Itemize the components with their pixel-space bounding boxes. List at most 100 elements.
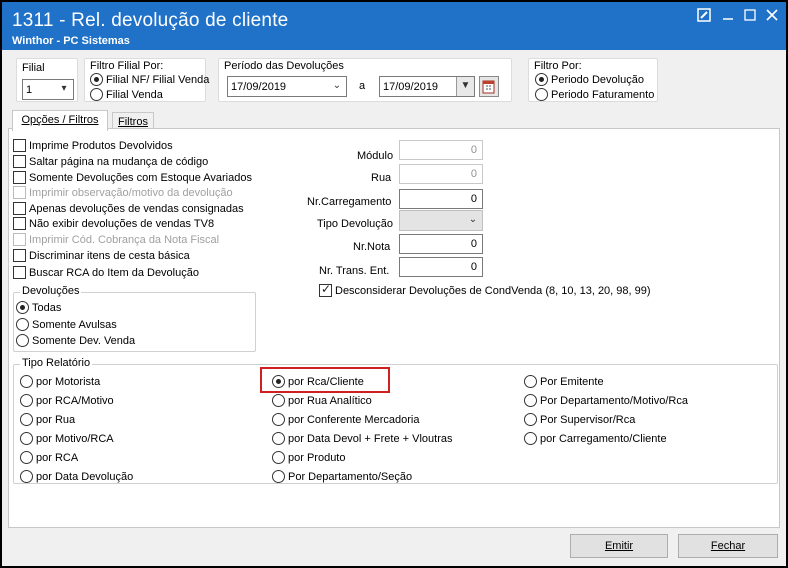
report-option[interactable]: por Rca/Cliente	[272, 375, 364, 388]
report-option[interactable]: Por Supervisor/Rca	[524, 413, 635, 426]
minimize-icon[interactable]	[716, 8, 740, 28]
checkbox-item[interactable]: Saltar página na mudança de código	[13, 155, 208, 168]
radio-icon[interactable]	[20, 394, 33, 407]
report-option[interactable]: por Conferente Mercadoria	[272, 413, 419, 426]
edit-icon[interactable]	[692, 8, 716, 28]
radio-icon[interactable]	[535, 73, 548, 86]
radio-icon[interactable]	[524, 394, 537, 407]
filtro-por-option[interactable]: Periodo Faturamento	[535, 88, 654, 101]
checkbox-item[interactable]: Apenas devoluções de vendas consignadas	[13, 202, 244, 215]
fechar-button[interactable]: Fechar	[678, 534, 778, 558]
radio-icon[interactable]	[524, 413, 537, 426]
checkbox-icon[interactable]	[13, 217, 26, 230]
tipo-devolucao-select[interactable]: ⌄	[399, 210, 483, 231]
filtro-filial-option[interactable]: Filial Venda	[90, 88, 163, 101]
checkbox-icon[interactable]	[13, 202, 26, 215]
maximize-icon[interactable]	[738, 8, 762, 28]
devolucoes-option[interactable]: Somente Avulsas	[16, 318, 117, 331]
modulo-field[interactable]: 0	[399, 140, 483, 160]
filial-value: 1	[26, 84, 33, 96]
periodo-end-date[interactable]: 17/09/2019 ▼	[379, 76, 475, 97]
report-option[interactable]: por Motivo/RCA	[20, 432, 114, 445]
radio-icon[interactable]	[20, 413, 33, 426]
radio-icon[interactable]	[272, 375, 285, 388]
tipo-devolucao-label: Tipo Devolução	[317, 218, 394, 230]
checkbox-icon[interactable]	[13, 249, 26, 262]
radio-icon[interactable]	[272, 451, 285, 464]
devolucoes-option[interactable]: Somente Dev. Venda	[16, 334, 135, 347]
nr-nota-field[interactable]: 0	[399, 234, 483, 254]
radio-icon[interactable]	[20, 432, 33, 445]
periodo-separator: a	[359, 80, 366, 92]
radio-icon[interactable]	[535, 88, 548, 101]
carregamento-field[interactable]: 0	[399, 189, 483, 209]
radio-icon[interactable]	[272, 470, 285, 483]
radio-icon[interactable]	[272, 432, 285, 445]
window-subtitle: Winthor - PC Sistemas	[12, 35, 130, 47]
filtro-por-title: Filtro Por:	[534, 60, 582, 72]
report-option[interactable]: Por Departamento/Seção	[272, 470, 412, 483]
tipo-relatorio-group: Tipo Relatório por Motorista por RCA/Mot…	[13, 357, 778, 484]
chevron-down-icon[interactable]: ⌄	[464, 211, 482, 230]
report-option[interactable]: por Carregamento/Cliente	[524, 432, 667, 445]
close-icon[interactable]	[760, 8, 784, 28]
radio-icon[interactable]	[20, 470, 33, 483]
calendar-icon[interactable]	[479, 76, 499, 97]
filial-label: Filial	[22, 62, 45, 74]
radio-icon[interactable]	[90, 88, 103, 101]
report-option[interactable]: por RCA/Motivo	[20, 394, 114, 407]
checkbox-item[interactable]: Discriminar itens de cesta básica	[13, 249, 190, 262]
report-option[interactable]: por Rua Analítico	[272, 394, 372, 407]
checkbox-icon	[13, 233, 26, 246]
emitir-button[interactable]: Emitir	[570, 534, 668, 558]
report-option[interactable]: por Data Devolução	[20, 470, 133, 483]
checkbox-icon[interactable]	[13, 139, 26, 152]
options-panel: Imprime Produtos Devolvidos Saltar págin…	[8, 128, 780, 528]
report-option[interactable]: por Data Devol + Frete + Vloutras	[272, 432, 452, 445]
tab-opcoes-filtros[interactable]: Opções / Filtros	[12, 110, 108, 131]
report-option[interactable]: por RCA	[20, 451, 78, 464]
periodo-start-date[interactable]: 17/09/2019 ⌄	[227, 76, 347, 97]
checkbox-icon[interactable]	[13, 266, 26, 279]
checkbox-icon[interactable]	[13, 171, 26, 184]
main-window: 1311 - Rel. devolução de cliente Winthor…	[0, 0, 788, 568]
filtro-filial-title: Filtro Filial Por:	[90, 60, 164, 72]
checkbox-icon[interactable]	[13, 155, 26, 168]
report-option[interactable]: por Motorista	[20, 375, 100, 388]
radio-icon[interactable]	[90, 73, 103, 86]
filtro-por-group: Filtro Por: Periodo Devolução Periodo Fa…	[528, 58, 658, 102]
radio-icon[interactable]	[16, 301, 29, 314]
checkbox-item: Imprimir Cód. Cobrança da Nota Fiscal	[13, 233, 219, 246]
checkbox-item[interactable]: Não exibir devoluções de vendas TV8	[13, 217, 214, 230]
radio-icon[interactable]	[16, 334, 29, 347]
report-option[interactable]: por Produto	[272, 451, 345, 464]
checkbox-icon[interactable]	[319, 282, 332, 297]
filial-select[interactable]: 1 ▾	[22, 79, 74, 100]
radio-icon[interactable]	[272, 394, 285, 407]
nr-trans-field[interactable]: 0	[399, 257, 483, 277]
filtro-filial-option[interactable]: Filial NF/ Filial Venda	[90, 73, 209, 86]
report-option[interactable]: por Rua	[20, 413, 75, 426]
checkbox-item[interactable]: Buscar RCA do Item da Devolução	[13, 266, 199, 279]
radio-icon[interactable]	[524, 375, 537, 388]
chevron-down-icon[interactable]: ▼	[456, 77, 474, 96]
radio-icon[interactable]	[524, 432, 537, 445]
report-option[interactable]: Por Departamento/Motivo/Rca	[524, 394, 688, 407]
checkbox-item[interactable]: Imprime Produtos Devolvidos	[13, 139, 173, 152]
radio-icon[interactable]	[20, 451, 33, 464]
checkbox-item: Imprimir observação/motivo da devolução	[13, 186, 233, 199]
chevron-down-icon[interactable]: ▾	[55, 80, 73, 99]
report-option[interactable]: Por Emitente	[524, 375, 604, 388]
radio-icon[interactable]	[272, 413, 285, 426]
filial-group: Filial 1 ▾	[16, 58, 78, 102]
radio-icon[interactable]	[20, 375, 33, 388]
radio-icon[interactable]	[16, 318, 29, 331]
checkbox-item[interactable]: Somente Devoluções com Estoque Avariados	[13, 171, 252, 184]
chevron-down-icon[interactable]: ⌄	[328, 77, 346, 96]
desconsiderar-checkbox[interactable]: Desconsiderar Devoluções de CondVenda (8…	[319, 282, 651, 297]
devolucoes-option[interactable]: Todas	[16, 301, 61, 314]
filtro-por-option[interactable]: Periodo Devolução	[535, 73, 644, 86]
checkbox-icon	[13, 186, 26, 199]
rua-label: Rua	[371, 172, 392, 184]
rua-field[interactable]: 0	[399, 164, 483, 184]
